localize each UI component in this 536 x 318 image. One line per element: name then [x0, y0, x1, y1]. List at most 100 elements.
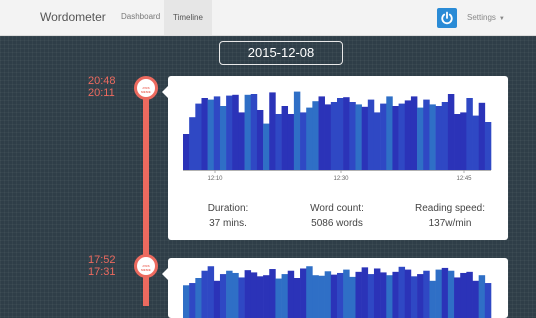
chart-bar — [256, 276, 264, 318]
chart-bar — [472, 280, 479, 318]
nav-timeline[interactable]: Timeline — [164, 0, 212, 35]
chart-bar — [398, 266, 406, 318]
x-tick-label: 12:10 — [207, 176, 223, 182]
duration-label: Duration: — [207, 203, 249, 214]
chart-bar — [484, 283, 492, 318]
chart-bar — [232, 94, 239, 170]
chart-bar — [287, 114, 295, 170]
chart-bar — [367, 274, 375, 318]
chart-bar — [441, 267, 449, 318]
x-tick-label: 12:45 — [456, 176, 472, 182]
chart-bar — [410, 276, 418, 318]
timeline-node[interactable]: J!NS MEME — [134, 254, 158, 278]
chart-bar — [337, 272, 344, 318]
chart-bar — [423, 99, 430, 170]
session-card[interactable]: 12:10 12:30 12:45 Duration: 37 mins. Word … — [162, 76, 508, 240]
power-icon — [441, 11, 453, 25]
chart-bar — [300, 268, 307, 318]
chart-bar — [417, 107, 424, 170]
chart-bar — [435, 269, 443, 318]
chart-bar — [189, 283, 196, 318]
chart-bar — [386, 275, 393, 318]
chart-bar — [207, 266, 215, 318]
chart-bar — [250, 94, 258, 170]
session-card[interactable] — [162, 258, 508, 318]
chart-bar — [337, 98, 344, 170]
power-button[interactable] — [437, 8, 457, 28]
entry-time-end: 17:31 — [88, 266, 116, 278]
chart-bar — [244, 94, 252, 170]
duration-stat: Duration: 37 mins. — [178, 203, 278, 229]
brand-logo[interactable]: Wordometer — [40, 10, 106, 24]
chart-bar — [361, 267, 369, 318]
chart-bar — [275, 114, 282, 170]
chart-bar — [269, 92, 276, 170]
x-tick-label: 12:30 — [333, 176, 349, 182]
chart-bar — [300, 112, 307, 170]
chart-bar — [447, 94, 455, 170]
chart-bar — [324, 271, 332, 318]
reading-speed-value: 137w/min — [428, 218, 472, 229]
chart-bar — [435, 106, 443, 170]
chart-bar — [293, 91, 301, 170]
chart-bar — [429, 104, 436, 170]
chart-bar — [287, 270, 295, 318]
chart-bar — [306, 107, 313, 170]
chart-bar — [263, 275, 270, 318]
device-logo: J!NS MEME — [141, 86, 151, 94]
device-logo: J!NS MEME — [141, 264, 151, 272]
chart-bar — [263, 123, 270, 170]
chart-bar — [195, 103, 202, 170]
timeline-node[interactable]: J!NS MEME — [134, 76, 158, 100]
chart-bar — [343, 97, 350, 170]
chart-bar — [201, 270, 208, 318]
chart-bar — [355, 104, 362, 170]
chart-bar — [380, 103, 387, 170]
duration-value: 37 mins. — [209, 218, 247, 229]
chart-bar — [256, 110, 264, 170]
chart-bar — [392, 271, 399, 318]
chart-bar — [232, 272, 239, 318]
chart-bar — [478, 275, 486, 318]
caret-down-icon: ▼ — [498, 16, 505, 22]
settings-dropdown[interactable]: Settings ▼ — [467, 13, 505, 22]
chart-bar — [423, 270, 430, 318]
chart-bar — [398, 103, 406, 170]
settings-label: Settings — [467, 13, 496, 22]
chart-bar — [238, 112, 245, 170]
chart-bar — [472, 115, 479, 170]
entry-time-start: 20:48 — [88, 75, 116, 87]
chart-bar — [318, 275, 325, 318]
chart-bar — [460, 272, 467, 318]
chart-bar — [189, 117, 196, 170]
reading-speed-label: Reading speed: — [414, 203, 486, 214]
entry-time-start: 17:52 — [88, 254, 116, 266]
chart-bar — [373, 112, 381, 170]
chart-bar — [201, 98, 208, 170]
chart-bar — [343, 269, 350, 318]
chart-bar — [250, 272, 258, 318]
chart-bar — [404, 100, 412, 170]
chart-bar — [324, 104, 332, 170]
chart-bar — [293, 278, 301, 318]
chart-bar — [478, 102, 486, 170]
chart-bar — [330, 274, 338, 318]
chart-bar — [226, 270, 233, 318]
chart-bar — [207, 99, 215, 170]
chart-bar — [355, 271, 362, 318]
chart-bar — [441, 102, 449, 170]
chart-bar — [219, 106, 227, 170]
chart-bar — [386, 96, 393, 170]
nav-dashboard[interactable]: Dashboard — [121, 12, 160, 21]
chart-bar — [460, 112, 467, 170]
chart-bar — [466, 271, 473, 318]
chart-bar — [447, 270, 455, 318]
chart-bar — [392, 106, 399, 170]
chart-bar — [454, 114, 461, 170]
chart-bar — [318, 96, 325, 170]
date-badge: 2015-12-08 — [219, 41, 343, 65]
entry-time-end: 20:11 — [88, 87, 115, 99]
chart-bar — [484, 122, 492, 170]
word-count-value: 5086 words — [311, 218, 363, 229]
chart-bar — [466, 98, 473, 170]
